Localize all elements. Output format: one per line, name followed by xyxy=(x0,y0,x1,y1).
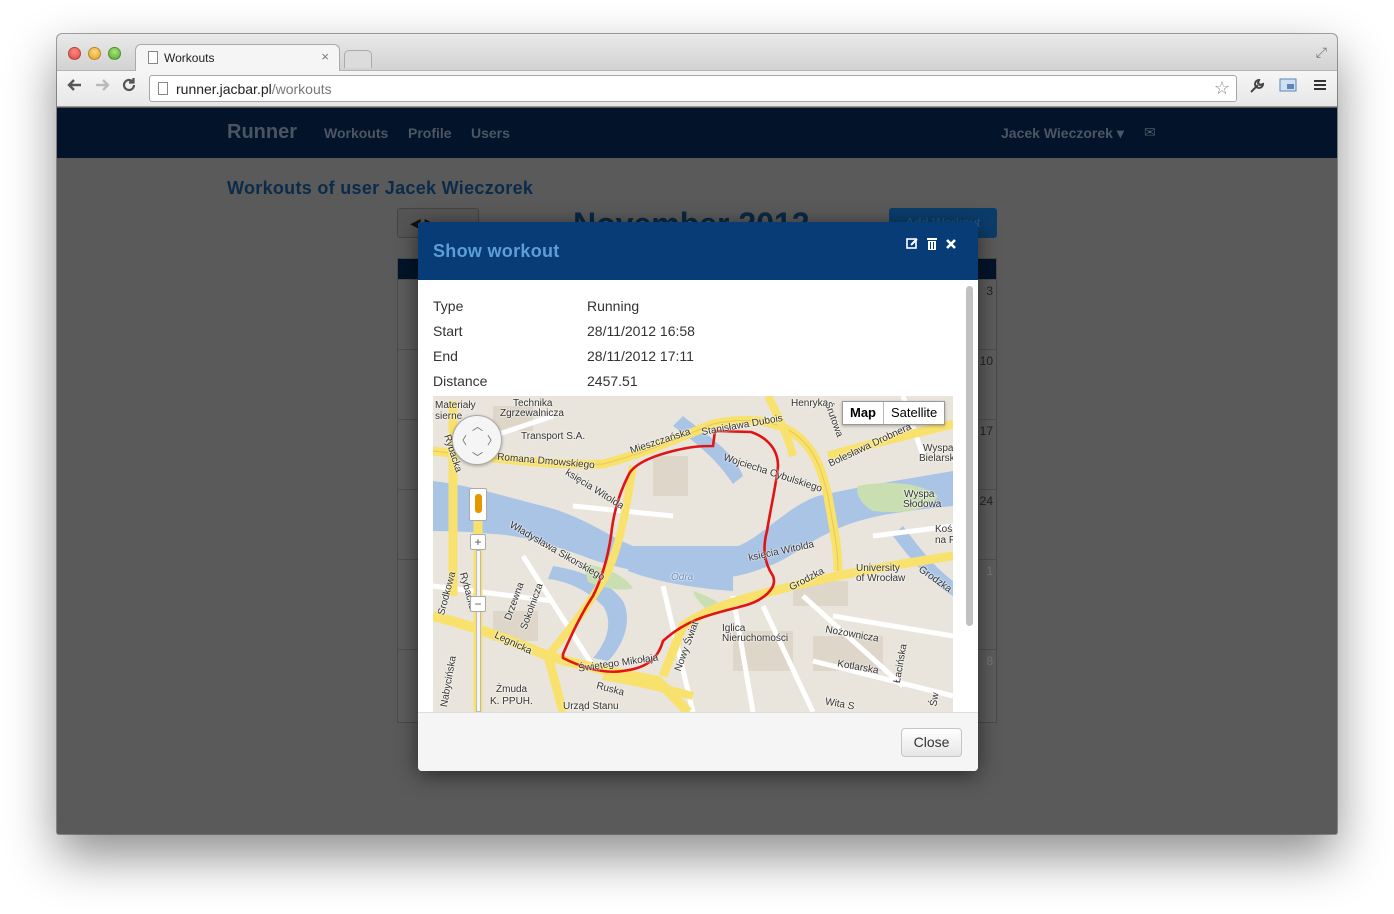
page-icon xyxy=(158,82,168,95)
zoom-in-button[interactable]: + xyxy=(470,534,486,550)
arrow-left-icon xyxy=(67,79,81,91)
workout-map[interactable]: Materiały sierne Technika Zgrzewalnicza … xyxy=(433,396,953,712)
star-icon[interactable]: ☆ xyxy=(1214,78,1230,99)
detail-value: 28/11/2012 17:11 xyxy=(587,348,694,364)
browser-window: Workouts × ⤢ runner.jacbar.pl/workouts ☆ xyxy=(57,34,1337,834)
modal-footer: Close xyxy=(418,712,978,771)
new-tab-button[interactable] xyxy=(344,50,372,68)
chevron-left-icon[interactable]: 〈 xyxy=(456,432,467,448)
close-button[interactable]: Close xyxy=(901,728,962,757)
detail-value: Running xyxy=(587,298,640,314)
detail-row-start: Start 28/11/2012 16:58 xyxy=(433,323,833,343)
map-type-satellite-button[interactable]: Satellite xyxy=(884,402,944,424)
map-label: Nieruchomości xyxy=(722,633,789,644)
reload-icon xyxy=(122,78,136,92)
tab-title: Workouts xyxy=(164,51,215,65)
map-label: sierne xyxy=(435,411,463,422)
fullscreen-icon[interactable]: ⤢ xyxy=(1316,44,1327,61)
detail-label: Type xyxy=(433,298,464,314)
detail-row-type: Type Running xyxy=(433,298,833,318)
scrollbar-thumb[interactable] xyxy=(966,286,973,626)
detail-value: 28/11/2012 16:58 xyxy=(587,323,695,339)
map-type-control: Map Satellite xyxy=(842,401,946,425)
map-label: Zgrzewalnicza xyxy=(500,408,564,419)
map-label: na P xyxy=(935,535,953,546)
detail-row-distance: Distance 2457.51 xyxy=(433,373,833,393)
map-label: Koś xyxy=(935,524,953,535)
zoom-window-button[interactable] xyxy=(108,47,121,60)
chevron-down-icon[interactable]: ﹀ xyxy=(472,449,483,465)
trash-icon[interactable] xyxy=(926,237,938,254)
modal-header: Show workout xyxy=(418,222,978,280)
modal-body: Type Running Start 28/11/2012 16:58 End … xyxy=(418,280,978,712)
close-window-button[interactable] xyxy=(68,47,81,60)
map-label: Odra xyxy=(671,572,694,583)
detail-label: Start xyxy=(433,323,463,339)
street-view-pegman-icon[interactable] xyxy=(469,488,487,521)
map-label: Słodowa xyxy=(903,499,942,510)
address-bar[interactable]: runner.jacbar.pl/workouts ☆ xyxy=(149,75,1237,102)
detail-label: Distance xyxy=(433,373,488,389)
back-button[interactable] xyxy=(63,76,87,100)
map-label: K. PPUH. xyxy=(490,696,533,707)
web-page: Runner Workouts Profile Users Jacek Wiec… xyxy=(57,108,1337,834)
map-label: Materiały xyxy=(435,400,476,411)
url-text: runner.jacbar.pl/workouts xyxy=(176,81,332,97)
forward-button[interactable] xyxy=(90,76,114,100)
map-label: Żmuda xyxy=(496,684,528,695)
edit-icon[interactable] xyxy=(906,237,919,253)
detail-value: 2457.51 xyxy=(587,373,638,389)
arrow-right-icon xyxy=(96,79,110,91)
page-icon xyxy=(148,51,158,64)
extension-icon[interactable] xyxy=(1277,77,1299,98)
browser-titlebar: Workouts × ⤢ xyxy=(57,34,1337,71)
map-label: of Wrocław xyxy=(856,573,906,584)
map-pan-control[interactable]: ︿ ﹀ 〈 〉 xyxy=(452,415,502,465)
zoom-out-button[interactable]: − xyxy=(470,596,486,612)
detail-label: End xyxy=(433,348,458,364)
wrench-icon[interactable] xyxy=(1246,77,1268,100)
chevron-right-icon[interactable]: 〉 xyxy=(487,432,498,448)
show-workout-modal: Show workout Type Running Start 28/11/20… xyxy=(418,222,978,771)
tab-close-icon[interactable]: × xyxy=(321,49,329,64)
map-type-map-button[interactable]: Map xyxy=(843,402,884,424)
chevron-up-icon[interactable]: ︿ xyxy=(472,418,483,434)
zoom-slider[interactable] xyxy=(476,550,481,712)
minimize-window-button[interactable] xyxy=(88,47,101,60)
menu-icon[interactable] xyxy=(1309,77,1331,98)
reload-button[interactable] xyxy=(117,76,141,100)
browser-toolbar: runner.jacbar.pl/workouts ☆ xyxy=(57,71,1337,107)
modal-title: Show workout xyxy=(433,241,560,261)
map-label: Bielarska xyxy=(919,453,953,464)
close-icon[interactable] xyxy=(945,237,957,253)
detail-row-end: End 28/11/2012 17:11 xyxy=(433,348,833,368)
map-label: Transport S.A. xyxy=(521,431,586,442)
map-label: Urząd Stanu xyxy=(563,701,619,712)
modal-scrollbar[interactable] xyxy=(964,284,974,710)
browser-tab[interactable]: Workouts × xyxy=(135,44,340,71)
